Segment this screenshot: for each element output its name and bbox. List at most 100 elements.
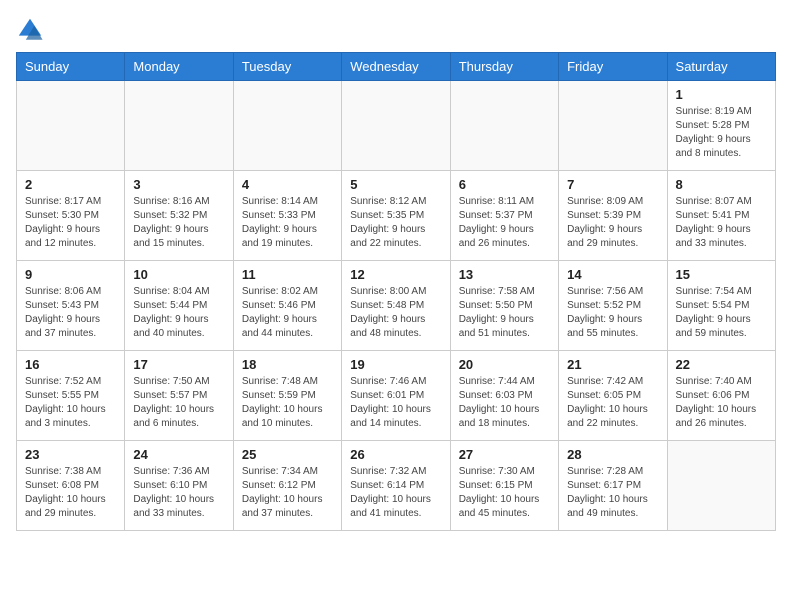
calendar-cell [17, 81, 125, 171]
day-number: 18 [242, 357, 333, 372]
day-number: 24 [133, 447, 224, 462]
day-number: 6 [459, 177, 550, 192]
calendar-cell: 12 Sunrise: 8:00 AM Sunset: 5:48 PM Dayli… [342, 261, 450, 351]
calendar-week-3: 16Sunrise: 7:52 AM Sunset: 5:55 PM Dayli… [17, 351, 776, 441]
day-info: Sunrise: 8:11 AM Sunset: 5:37 PM Dayligh… [459, 195, 550, 251]
calendar-header-sunday: Sunday [17, 53, 125, 81]
calendar-cell: 14 Sunrise: 7:56 AM Sunset: 5:52 PM Dayli… [559, 261, 667, 351]
day-number: 23 [25, 447, 116, 462]
calendar-cell: 1Sunrise: 8:19 AM Sunset: 5:28 PM Daylig… [667, 81, 775, 171]
calendar-cell: 3 Sunrise: 8:16 AM Sunset: 5:32 PM Daylig… [125, 171, 233, 261]
calendar-week-1: 2 Sunrise: 8:17 AM Sunset: 5:30 PM Daylig… [17, 171, 776, 261]
day-info: Sunrise: 7:56 AM Sunset: 5:52 PM Dayligh… [567, 285, 658, 341]
calendar-cell: 13 Sunrise: 7:58 AM Sunset: 5:50 PM Dayli… [450, 261, 558, 351]
calendar-cell: 9 Sunrise: 8:06 AM Sunset: 5:43 PM Daylig… [17, 261, 125, 351]
calendar-cell: 19Sunrise: 7:46 AM Sunset: 6:01 PM Dayli… [342, 351, 450, 441]
calendar-cell: 10 Sunrise: 8:04 AM Sunset: 5:44 PM Dayli… [125, 261, 233, 351]
calendar-cell: 4 Sunrise: 8:14 AM Sunset: 5:33 PM Daylig… [233, 171, 341, 261]
calendar-cell: 21 Sunrise: 7:42 AM Sunset: 6:05 PM Dayli… [559, 351, 667, 441]
calendar-cell: 20 Sunrise: 7:44 AM Sunset: 6:03 PM Dayli… [450, 351, 558, 441]
calendar-header-wednesday: Wednesday [342, 53, 450, 81]
day-number: 15 [676, 267, 767, 282]
calendar-cell: 25 Sunrise: 7:34 AM Sunset: 6:12 PM Dayli… [233, 441, 341, 531]
day-info: Sunrise: 7:58 AM Sunset: 5:50 PM Dayligh… [459, 285, 550, 341]
calendar-cell: 2 Sunrise: 8:17 AM Sunset: 5:30 PM Daylig… [17, 171, 125, 261]
calendar-cell: 8Sunrise: 8:07 AM Sunset: 5:41 PM Daylig… [667, 171, 775, 261]
day-info: Sunrise: 7:40 AM Sunset: 6:06 PM Dayligh… [676, 375, 767, 431]
calendar-cell: 27Sunrise: 7:30 AM Sunset: 6:15 PM Dayli… [450, 441, 558, 531]
day-info: Sunrise: 8:06 AM Sunset: 5:43 PM Dayligh… [25, 285, 116, 341]
day-number: 20 [459, 357, 550, 372]
day-info: Sunrise: 7:54 AM Sunset: 5:54 PM Dayligh… [676, 285, 767, 341]
calendar-cell: 26 Sunrise: 7:32 AM Sunset: 6:14 PM Dayli… [342, 441, 450, 531]
day-number: 11 [242, 267, 333, 282]
logo[interactable] [16, 16, 48, 44]
calendar-week-0: 1Sunrise: 8:19 AM Sunset: 5:28 PM Daylig… [17, 81, 776, 171]
day-number: 19 [350, 357, 441, 372]
day-info: Sunrise: 7:34 AM Sunset: 6:12 PM Dayligh… [242, 465, 333, 521]
day-number: 21 [567, 357, 658, 372]
day-number: 2 [25, 177, 116, 192]
day-info: Sunrise: 8:16 AM Sunset: 5:32 PM Dayligh… [133, 195, 224, 251]
calendar-week-2: 9 Sunrise: 8:06 AM Sunset: 5:43 PM Daylig… [17, 261, 776, 351]
day-number: 10 [133, 267, 224, 282]
calendar-cell: 11 Sunrise: 8:02 AM Sunset: 5:46 PM Dayli… [233, 261, 341, 351]
calendar-cell [667, 441, 775, 531]
day-info: Sunrise: 8:00 AM Sunset: 5:48 PM Dayligh… [350, 285, 441, 341]
calendar-header-friday: Friday [559, 53, 667, 81]
calendar-cell: 28 Sunrise: 7:28 AM Sunset: 6:17 PM Dayli… [559, 441, 667, 531]
calendar-cell [559, 81, 667, 171]
calendar-cell [125, 81, 233, 171]
day-info: Sunrise: 7:44 AM Sunset: 6:03 PM Dayligh… [459, 375, 550, 431]
calendar-cell: 23 Sunrise: 7:38 AM Sunset: 6:08 PM Dayli… [17, 441, 125, 531]
calendar-cell: 24 Sunrise: 7:36 AM Sunset: 6:10 PM Dayli… [125, 441, 233, 531]
day-info: Sunrise: 7:48 AM Sunset: 5:59 PM Dayligh… [242, 375, 333, 431]
logo-icon [16, 16, 44, 44]
day-number: 17 [133, 357, 224, 372]
calendar-cell: 5Sunrise: 8:12 AM Sunset: 5:35 PM Daylig… [342, 171, 450, 261]
day-info: Sunrise: 7:28 AM Sunset: 6:17 PM Dayligh… [567, 465, 658, 521]
calendar-cell: 16Sunrise: 7:52 AM Sunset: 5:55 PM Dayli… [17, 351, 125, 441]
day-info: Sunrise: 8:17 AM Sunset: 5:30 PM Dayligh… [25, 195, 116, 251]
day-info: Sunrise: 8:02 AM Sunset: 5:46 PM Dayligh… [242, 285, 333, 341]
calendar-cell: 15 Sunrise: 7:54 AM Sunset: 5:54 PM Dayli… [667, 261, 775, 351]
day-number: 26 [350, 447, 441, 462]
day-info: Sunrise: 8:09 AM Sunset: 5:39 PM Dayligh… [567, 195, 658, 251]
day-number: 13 [459, 267, 550, 282]
day-number: 12 [350, 267, 441, 282]
day-number: 28 [567, 447, 658, 462]
calendar-cell [342, 81, 450, 171]
day-info: Sunrise: 8:12 AM Sunset: 5:35 PM Dayligh… [350, 195, 441, 251]
calendar-week-4: 23 Sunrise: 7:38 AM Sunset: 6:08 PM Dayli… [17, 441, 776, 531]
day-info: Sunrise: 7:32 AM Sunset: 6:14 PM Dayligh… [350, 465, 441, 521]
calendar-header-saturday: Saturday [667, 53, 775, 81]
calendar-cell: 6 Sunrise: 8:11 AM Sunset: 5:37 PM Daylig… [450, 171, 558, 261]
day-number: 1 [676, 87, 767, 102]
calendar-cell [233, 81, 341, 171]
calendar-header-tuesday: Tuesday [233, 53, 341, 81]
day-info: Sunrise: 7:30 AM Sunset: 6:15 PM Dayligh… [459, 465, 550, 521]
calendar-cell [450, 81, 558, 171]
day-number: 8 [676, 177, 767, 192]
day-info: Sunrise: 8:14 AM Sunset: 5:33 PM Dayligh… [242, 195, 333, 251]
calendar-cell: 18 Sunrise: 7:48 AM Sunset: 5:59 PM Dayli… [233, 351, 341, 441]
day-info: Sunrise: 7:36 AM Sunset: 6:10 PM Dayligh… [133, 465, 224, 521]
calendar-cell: 22 Sunrise: 7:40 AM Sunset: 6:06 PM Dayli… [667, 351, 775, 441]
day-number: 25 [242, 447, 333, 462]
day-number: 22 [676, 357, 767, 372]
day-number: 9 [25, 267, 116, 282]
day-info: Sunrise: 8:04 AM Sunset: 5:44 PM Dayligh… [133, 285, 224, 341]
calendar: SundayMondayTuesdayWednesdayThursdayFrid… [16, 52, 776, 531]
day-info: Sunrise: 7:38 AM Sunset: 6:08 PM Dayligh… [25, 465, 116, 521]
day-info: Sunrise: 7:42 AM Sunset: 6:05 PM Dayligh… [567, 375, 658, 431]
calendar-cell: 7 Sunrise: 8:09 AM Sunset: 5:39 PM Daylig… [559, 171, 667, 261]
day-number: 14 [567, 267, 658, 282]
calendar-header-row: SundayMondayTuesdayWednesdayThursdayFrid… [17, 53, 776, 81]
day-number: 4 [242, 177, 333, 192]
day-number: 7 [567, 177, 658, 192]
day-number: 3 [133, 177, 224, 192]
page-header [16, 16, 776, 44]
day-info: Sunrise: 7:50 AM Sunset: 5:57 PM Dayligh… [133, 375, 224, 431]
calendar-cell: 17 Sunrise: 7:50 AM Sunset: 5:57 PM Dayli… [125, 351, 233, 441]
day-info: Sunrise: 7:52 AM Sunset: 5:55 PM Dayligh… [25, 375, 116, 431]
